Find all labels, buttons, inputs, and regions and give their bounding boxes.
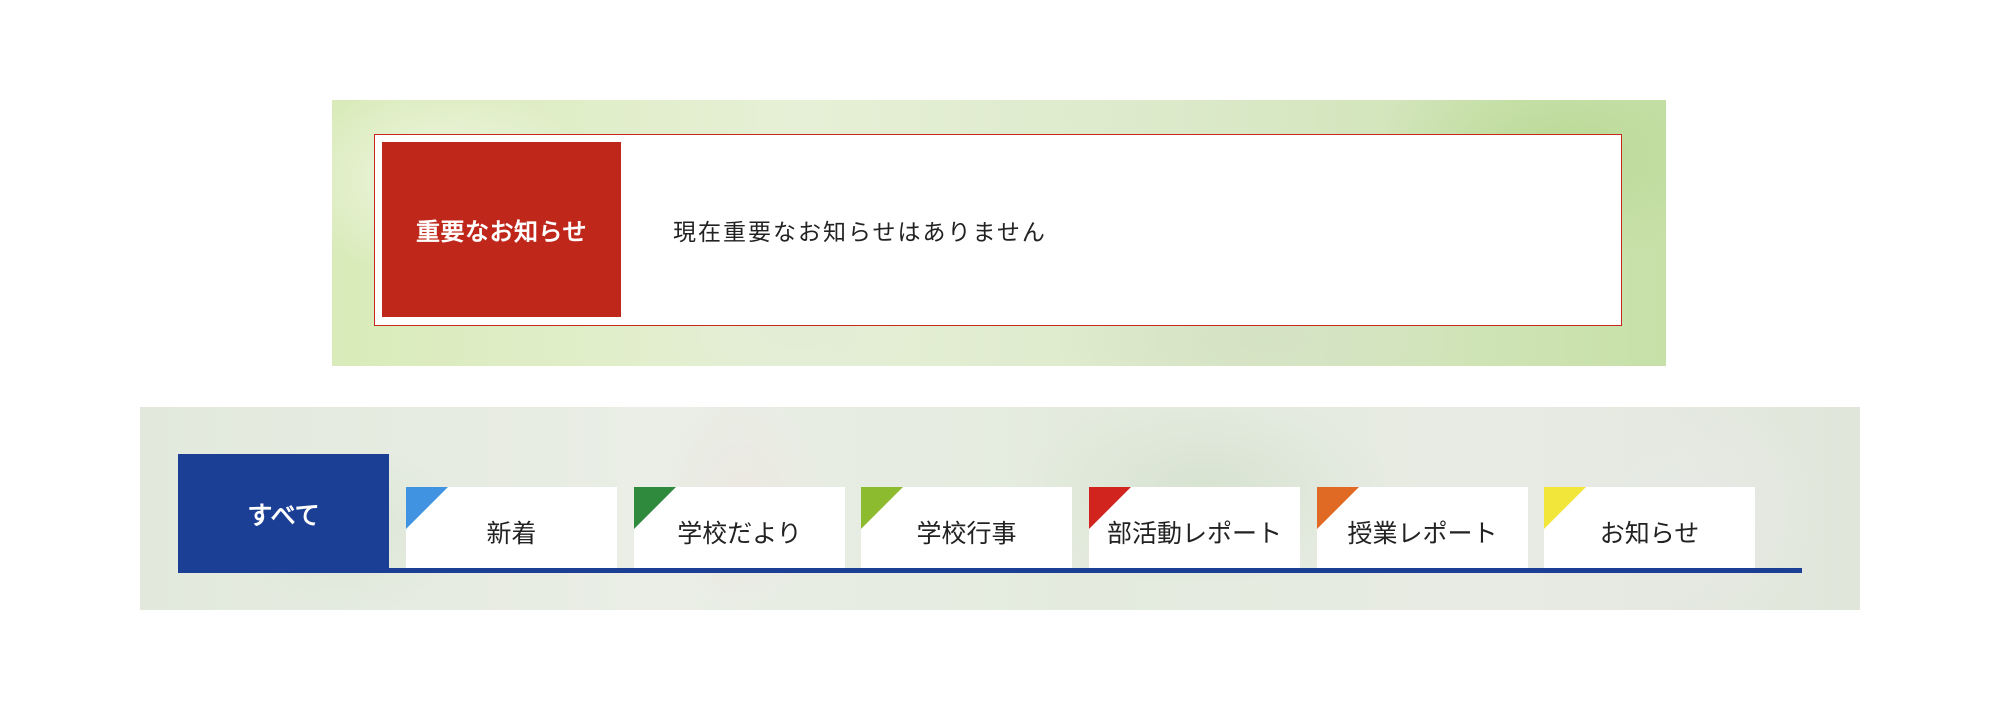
flag-icon — [634, 487, 676, 529]
important-notice-label: 重要なお知らせ — [382, 142, 621, 317]
tab-class-report[interactable]: 授業レポート — [1317, 487, 1528, 568]
tab-new[interactable]: 新着 — [406, 487, 617, 568]
tab-club-report[interactable]: 部活動レポート — [1089, 487, 1300, 568]
important-notice-section: 重要なお知らせ 現在重要なお知らせはありません — [332, 100, 1666, 366]
tab-school-events[interactable]: 学校行事 — [861, 487, 1072, 568]
flag-icon — [1544, 487, 1586, 529]
flag-icon — [406, 487, 448, 529]
tab-label: 授業レポート — [1347, 518, 1498, 548]
tab-notices[interactable]: お知らせ — [1544, 487, 1755, 568]
tab-label: 学校行事 — [916, 518, 1017, 548]
tab-all[interactable]: すべて — [178, 454, 389, 573]
tab-label: 新着 — [486, 518, 537, 548]
important-notice-box: 重要なお知らせ 現在重要なお知らせはありません — [374, 134, 1622, 326]
tab-school-newsletter[interactable]: 学校だより — [634, 487, 845, 568]
tab-all-label: すべて — [247, 500, 320, 530]
news-category-tabs: すべて 新着 学校だより 学校行事 部活動レポート 授業レポート お知らせ — [140, 407, 1860, 610]
tab-label: お知らせ — [1599, 518, 1700, 548]
tab-underline — [178, 568, 1802, 573]
tab-label: 学校だより — [677, 518, 802, 548]
tab-label: 部活動レポート — [1106, 518, 1282, 548]
important-notice-message: 現在重要なお知らせはありません — [673, 220, 1047, 246]
flag-icon — [861, 487, 903, 529]
